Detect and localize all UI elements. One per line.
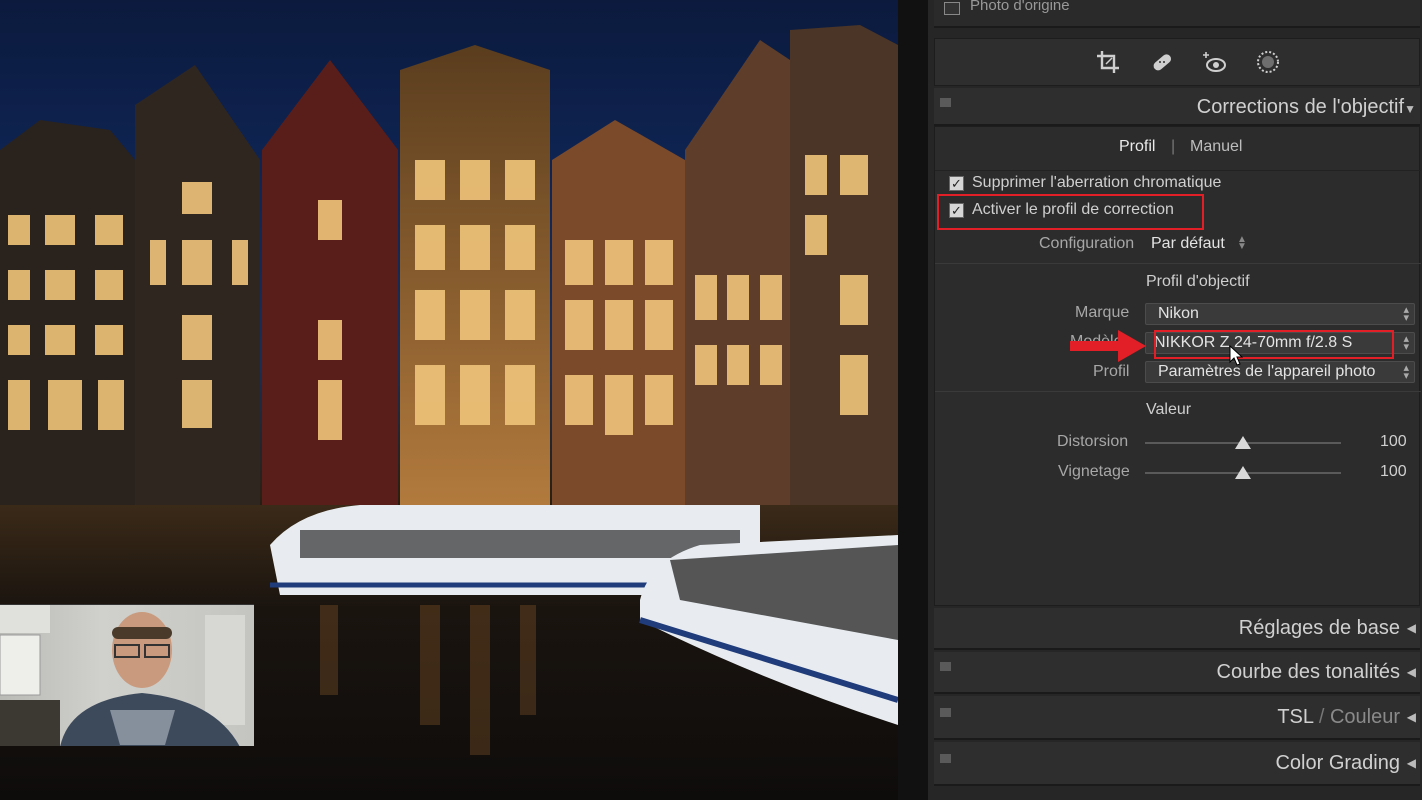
updown-arrows-icon: ▴ ▾ [1403,362,1409,382]
lens-profile-heading: Profil d'objectif [1146,273,1250,290]
presenter-video [0,605,245,746]
amount-heading: Valeur [1146,401,1192,418]
hsl-header[interactable]: TSL / Couleur ◀ [934,696,1420,740]
webcam-overlay [0,604,254,746]
photo-origin-row: Photo d'origine [934,0,1420,28]
highlight-box-enable-profile [937,194,1204,230]
tone-curve-title: Courbe des tonalités [1216,661,1400,683]
panel-toggle-icon[interactable] [940,708,951,717]
profile-dropdown[interactable]: Paramètres de l'appareil photo ▴ ▾ [1145,361,1415,383]
red-eye-icon[interactable] [1200,47,1230,77]
mouse-cursor-icon [1229,345,1243,366]
remove-ca-label: Supprimer l'aberration chromatique [972,174,1222,191]
color-tab[interactable]: Couleur [1330,706,1400,728]
color-grading-title: Color Grading [1275,752,1400,774]
updown-arrows-icon: ▴ ▾ [1403,304,1409,324]
vignetting-slider[interactable] [1145,465,1341,483]
panel-divider [898,0,928,800]
panel-toggle-icon[interactable] [940,754,951,763]
tab-profil[interactable]: Profil [1119,138,1155,156]
separator [935,391,1421,392]
distortion-slider[interactable] [1145,435,1341,453]
configuration-value: Par défaut [1151,235,1225,252]
remove-ca-checkbox[interactable]: ✓ [949,176,964,191]
profile-label: Profil [1093,363,1130,380]
lens-corrections-title: Corrections de l'objectif [1196,96,1404,118]
expand-triangle-icon[interactable]: ◀ [1407,710,1416,724]
healing-icon[interactable] [1147,47,1177,77]
tab-bar: Profil | Manuel [935,127,1421,171]
updown-arrows-icon: ▴ ▾ [1403,333,1409,353]
slider-thumb[interactable] [1235,436,1251,449]
configuration-label: Configuration [1039,235,1135,252]
hsl-tab[interactable]: TSL [1277,706,1313,728]
develop-right-panel: Photo d'origine Corrections de l'objecti… [928,0,1422,800]
tab-manuel[interactable]: Manuel [1190,138,1242,156]
photo-origin-checkbox[interactable] [944,2,960,15]
tool-strip [934,38,1420,86]
updown-arrows-icon: ▲ ▼ [1237,234,1247,252]
tone-curve-header[interactable]: Courbe des tonalités ◀ [934,652,1420,694]
expand-triangle-icon[interactable]: ◀ [1407,665,1416,679]
basic-settings-header[interactable]: Réglages de base ◀ [934,608,1420,650]
profile-value: Paramètres de l'appareil photo [1158,363,1376,380]
slider-thumb[interactable] [1235,466,1251,479]
tab-separator: | [1171,138,1176,155]
make-dropdown[interactable]: Nikon ▴ ▾ [1145,303,1415,325]
panel-toggle-icon[interactable] [940,98,951,107]
basic-settings-title: Réglages de base [1238,617,1400,639]
distortion-value[interactable]: 100 [1380,433,1407,451]
collapse-triangle-icon[interactable]: ▼ [1404,102,1416,116]
vignetting-label: Vignetage [1058,463,1130,480]
panel-toggle-icon[interactable] [940,662,951,671]
separator [935,263,1421,264]
highlight-box-model [1154,330,1394,359]
expand-triangle-icon[interactable]: ◀ [1407,621,1416,635]
make-value: Nikon [1158,305,1199,322]
crop-icon[interactable] [1093,47,1123,77]
hsl-separator: / [1313,706,1330,728]
hsl-title: TSL / Couleur [1277,706,1400,729]
lens-corrections-header[interactable]: Corrections de l'objectif ▼ [934,88,1420,126]
photo-origin-label: Photo d'origine [970,0,1070,14]
vignetting-value[interactable]: 100 [1380,463,1407,481]
red-arrow-annotation [1070,330,1146,362]
expand-triangle-icon[interactable]: ◀ [1407,756,1416,770]
mask-icon[interactable] [1253,47,1283,77]
distortion-label: Distorsion [1057,433,1129,450]
configuration-dropdown[interactable]: Par défaut ▲ ▼ [1151,233,1261,255]
lens-corrections-body: Profil | Manuel ✓ Supprimer l'aberration… [934,126,1421,606]
color-grading-header[interactable]: Color Grading ◀ [934,742,1420,786]
make-label: Marque [1075,304,1130,321]
